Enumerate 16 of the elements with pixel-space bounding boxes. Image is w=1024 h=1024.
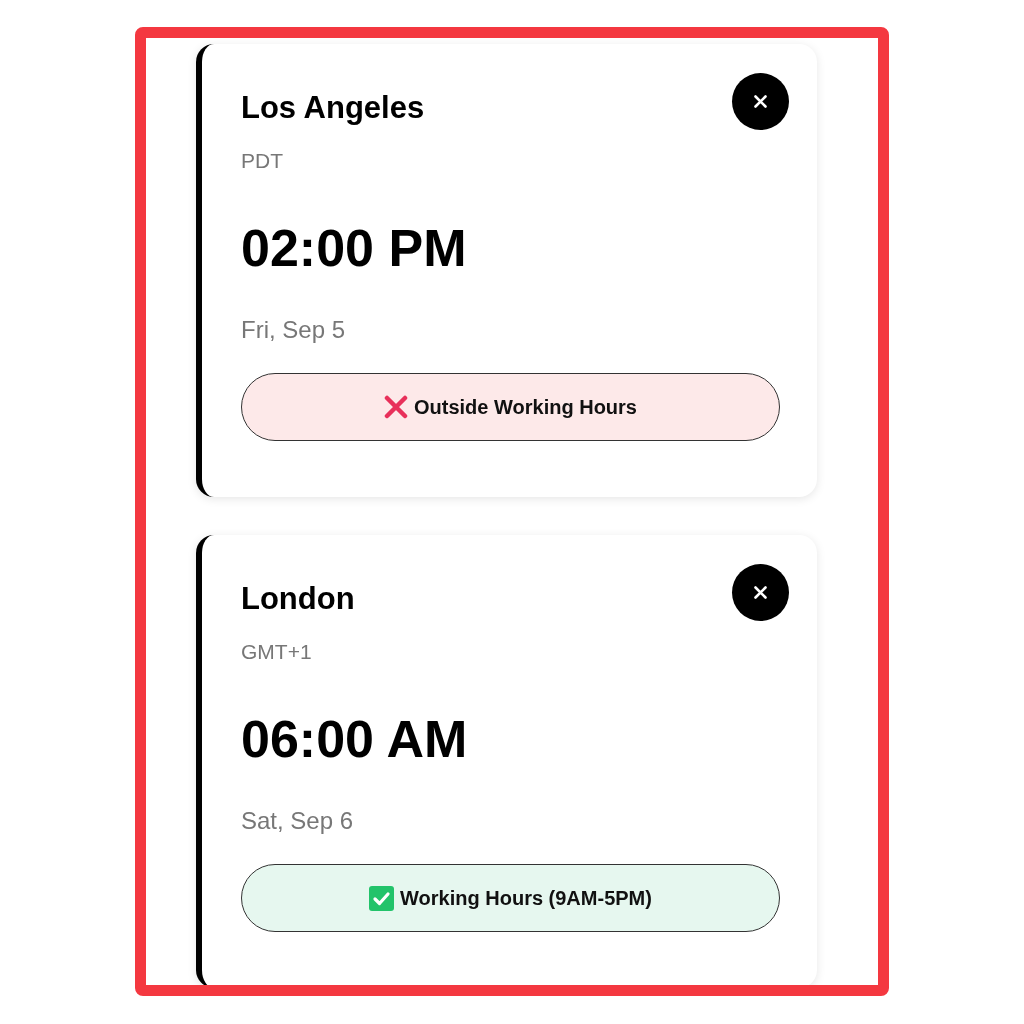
time-display: 02:00 PM bbox=[241, 220, 467, 276]
city-name: Los Angeles bbox=[241, 90, 425, 126]
date-label: Sat, Sep 6 bbox=[241, 807, 354, 835]
timezone-label: GMT+1 bbox=[241, 640, 312, 664]
status-label: Outside Working Hours bbox=[414, 395, 637, 419]
status-label: Working Hours (9AM-5PM) bbox=[400, 886, 652, 910]
cross-icon bbox=[384, 395, 408, 419]
close-icon bbox=[754, 95, 767, 108]
close-icon bbox=[754, 586, 767, 599]
city-name: London bbox=[241, 581, 355, 617]
timezone-label: PDT bbox=[241, 149, 283, 173]
check-icon bbox=[369, 885, 395, 911]
close-button[interactable] bbox=[732, 564, 789, 621]
close-button[interactable] bbox=[732, 73, 789, 130]
date-label: Fri, Sep 5 bbox=[241, 316, 346, 344]
time-display: 06:00 AM bbox=[241, 711, 468, 767]
